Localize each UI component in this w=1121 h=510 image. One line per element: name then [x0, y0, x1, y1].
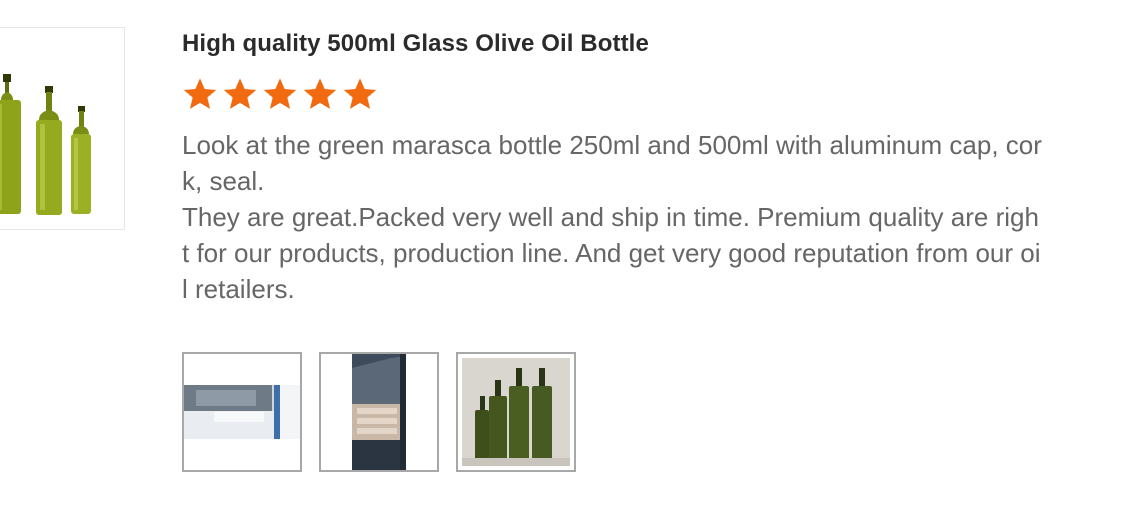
- review-text-line: They are great.Packed very well and ship…: [182, 202, 1041, 304]
- rating-stars: [182, 76, 1062, 112]
- review-title: High quality 500ml Glass Olive Oil Bottl…: [182, 30, 649, 57]
- star-icon: [303, 78, 337, 109]
- truck-loading-photo[interactable]: [319, 352, 439, 472]
- green-bottles-photo[interactable]: [456, 352, 576, 472]
- review-text: Look at the green marasca bottle 250ml a…: [182, 127, 1044, 307]
- star-icon: [183, 78, 217, 109]
- review-content: High quality 500ml Glass Olive Oil Bottl…: [182, 28, 1062, 307]
- bottle-image: [0, 74, 21, 214]
- star-icon: [343, 78, 377, 109]
- star-icon: [223, 78, 257, 109]
- review-card: High quality 500ml Glass Olive Oil Bottl…: [0, 0, 1121, 510]
- review-text-line: Look at the green marasca bottle 250ml a…: [182, 130, 1042, 196]
- star-icon: [263, 78, 297, 109]
- review-photo-gallery: [182, 352, 576, 472]
- product-thumbnail[interactable]: [0, 27, 125, 230]
- container-loading-photo[interactable]: [182, 352, 302, 472]
